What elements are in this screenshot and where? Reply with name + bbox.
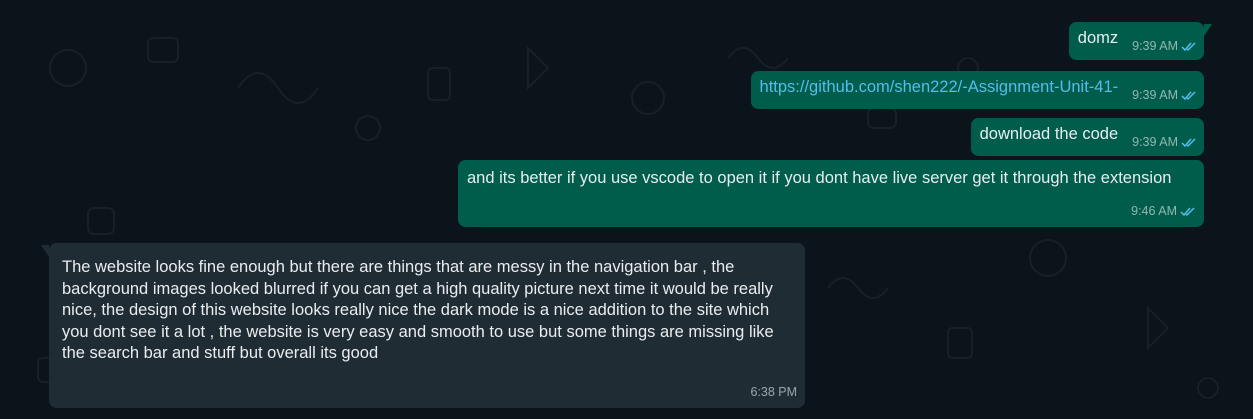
double-check-read-icon [1181, 138, 1196, 148]
double-check-read-icon [1180, 207, 1195, 216]
outgoing-message-bubble[interactable]: domz 9:39 AM [1068, 22, 1212, 60]
message-link[interactable]: https://github.com/shen222/-Assignment-U… [760, 78, 1119, 96]
double-check-read-icon [1181, 42, 1196, 52]
message-time: 6:38 PM [750, 384, 797, 399]
message-text: The website looks fine enough but there … [62, 258, 774, 362]
incoming-message-bubble[interactable]: The website looks fine enough but there … [41, 243, 805, 408]
message-time: 9:39 AM [1132, 39, 1178, 53]
message-meta: 9:46 AM [1131, 201, 1196, 223]
message-text: and its better if you use vscode to open… [467, 169, 1172, 187]
message-meta: 9:39 AM [1132, 36, 1197, 58]
message-meta: 9:39 AM [1132, 85, 1197, 107]
chat-message-area[interactable]: domz 9:39 AM https://github.com/shen222/… [8, 8, 1253, 419]
message-time: 9:39 AM [1132, 135, 1178, 149]
outgoing-message-bubble[interactable]: and its better if you use vscode to open… [458, 160, 1204, 227]
outgoing-message-bubble[interactable]: download the code 9:39 AM [970, 118, 1204, 156]
outgoing-message-bubble[interactable]: https://github.com/shen222/-Assignment-U… [750, 71, 1204, 109]
message-text: download the code [979, 125, 1119, 143]
message-time: 9:46 AM [1131, 203, 1177, 218]
message-text: domz [1077, 29, 1119, 47]
message-meta: 6:38 PM [750, 382, 797, 404]
message-time: 9:39 AM [1132, 88, 1178, 102]
bubble-tail [1204, 22, 1212, 36]
message-meta: 9:39 AM [1132, 132, 1197, 154]
bubble-tail [41, 243, 49, 257]
double-check-read-icon [1181, 91, 1196, 101]
